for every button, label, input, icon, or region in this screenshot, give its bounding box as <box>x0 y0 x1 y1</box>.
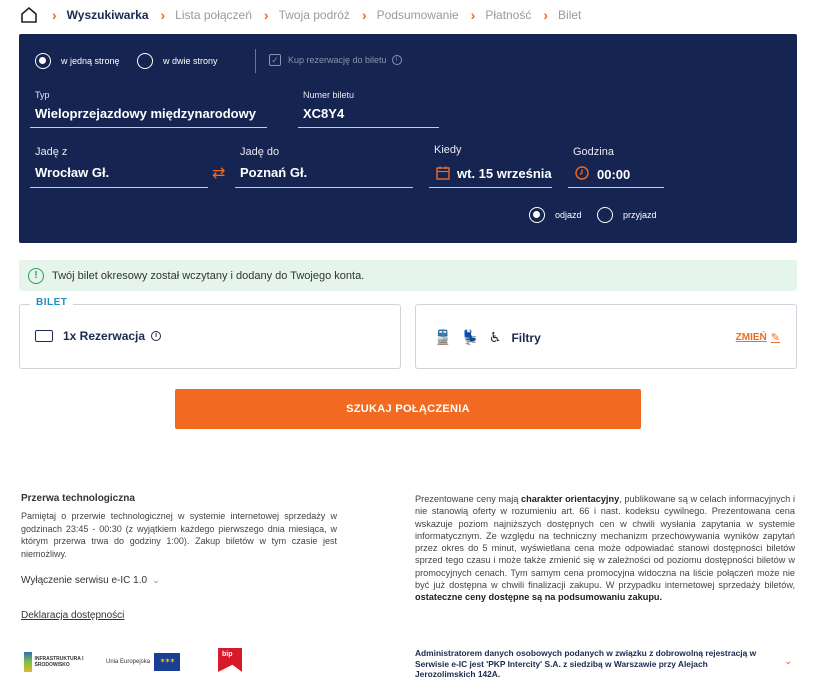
radio-dot <box>597 207 613 223</box>
time-field[interactable]: Godzina 00:00 <box>568 144 664 188</box>
eu-logo: Unia Europejska ✶✶✶ <box>106 653 181 671</box>
radio-return[interactable]: w dwie strony <box>137 53 218 69</box>
breadcrumb-step-summary: Podsumowanie <box>376 8 459 22</box>
eic-disable-label: Wyłączenie serwisu e-IC 1.0 <box>21 575 148 586</box>
ticket-box[interactable]: BILET 1x Rezerwacja i <box>19 297 401 369</box>
to-station-label: Jadę do <box>240 146 280 158</box>
radio-arrival-label: przyjazd <box>623 210 657 220</box>
to-station-field[interactable]: Jadę do Poznań Gł. <box>235 144 413 188</box>
fe-logo-icon <box>24 652 32 672</box>
from-station-field[interactable]: Jadę z Wrocław Gł. <box>30 144 208 188</box>
disclaimer-bold: ostateczne ceny dostępne są na podsumowa… <box>415 592 663 603</box>
footer-logos: INFRASTRUKTURA I ŚRODOWISKO Unia Europej… <box>24 648 243 676</box>
pencil-icon: ✎ <box>770 332 780 344</box>
radio-one-way[interactable]: w jedną stronę <box>35 53 120 69</box>
time-value: 00:00 <box>597 167 631 182</box>
radio-departure[interactable]: odjazd <box>529 207 582 223</box>
disclaimer-text: , publikowane są w celach informacyjnych… <box>415 494 795 591</box>
infrastructure-logo: INFRASTRUKTURA I ŚRODOWISKO <box>24 651 88 673</box>
clock-icon <box>575 166 589 180</box>
home-icon[interactable] <box>20 6 38 24</box>
ticket-number-value: XC8Y4 <box>303 106 345 121</box>
exclamation-circle-icon: ! <box>28 267 44 284</box>
to-station-value: Poznań Gł. <box>240 165 308 180</box>
ticket-number-field[interactable]: Numer biletu XC8Y4 <box>298 88 439 128</box>
chevron-right-icon: › <box>160 7 166 23</box>
eu-flag-icon: ✶✶✶ <box>154 653 181 671</box>
search-panel: w jedną stronę w dwie strony ✓ Kup rezer… <box>19 34 797 243</box>
bip-logo[interactable]: bip <box>218 648 243 676</box>
calendar-icon <box>436 166 450 180</box>
divider <box>255 49 256 73</box>
search-connections-button[interactable]: SZUKAJ POŁĄCZENIA <box>175 389 641 429</box>
accessibility-link[interactable]: Deklaracja dostępności <box>21 610 124 621</box>
infrastructure-logo-text: INFRASTRUKTURA I ŚRODOWISKO <box>34 656 84 668</box>
filters-label: Filtry <box>511 330 541 345</box>
ticket-type-label: Typ <box>35 90 50 100</box>
radio-dot <box>529 207 545 223</box>
seat-icon: 💺 <box>461 329 479 345</box>
checkbox-icon: ✓ <box>269 54 281 66</box>
breadcrumb-step-payment: Płatność <box>485 8 532 22</box>
from-station-value: Wrocław Gł. <box>35 165 110 180</box>
filters-box[interactable]: 🚆 💺 ♿ Filtry ZMIEŃ ✎ <box>415 304 797 369</box>
maintenance-text: Pamiętaj o przerwie technologicznej w sy… <box>21 511 337 559</box>
train-icon: 🚆 <box>434 329 452 345</box>
chevron-right-icon: › <box>470 7 476 23</box>
date-label: Kiedy <box>434 144 462 156</box>
success-alert: ! Twój bilet okresowy został wczytany i … <box>19 260 797 291</box>
from-station-label: Jadę z <box>35 146 68 158</box>
filters-row: 🚆 💺 ♿ Filtry <box>434 329 541 346</box>
radio-dot <box>137 53 153 69</box>
breadcrumb: › Wyszukiwarka › Lista połączeń › Twoja … <box>20 5 593 25</box>
breadcrumb-step-journey: Twoja podróż <box>278 8 350 22</box>
breadcrumb-step-ticket: Bilet <box>558 8 582 22</box>
ticket-number-label: Numer biletu <box>303 90 355 100</box>
maintenance-title: Przerwa technologiczna <box>21 493 135 504</box>
edit-filters-label: ZMIEŃ <box>735 332 767 343</box>
disclaimer-bold: charakter orientacyjny <box>521 494 620 504</box>
admin-note[interactable]: Administratorem danych osobowych podanyc… <box>415 648 767 680</box>
date-value: wt. 15 września <box>457 166 552 181</box>
reserve-checkbox[interactable]: ✓ Kup rezerwację do biletu i <box>269 54 402 66</box>
info-icon[interactable]: i <box>391 55 402 65</box>
info-icon[interactable]: i <box>151 331 162 341</box>
radio-arrival[interactable]: przyjazd <box>597 207 657 223</box>
eic-disable-toggle[interactable]: Wyłączenie serwisu e-IC 1.0 ⌄ <box>21 575 160 586</box>
radio-departure-label: odjazd <box>555 210 582 220</box>
breadcrumb-step-search[interactable]: Wyszukiwarka <box>67 8 149 22</box>
reservation-row: 1x Rezerwacja i <box>35 329 162 343</box>
edit-filters-link[interactable]: ZMIEŃ ✎ <box>736 331 780 344</box>
bip-logo-text: bip <box>222 651 233 658</box>
radio-one-way-label: w jedną stronę <box>61 56 120 66</box>
chevron-right-icon: › <box>52 7 57 23</box>
ticket-box-legend: BILET <box>30 297 74 308</box>
chevron-down-icon: ⌄ <box>152 575 160 585</box>
radio-return-label: w dwie strony <box>163 56 218 66</box>
chevron-right-icon: › <box>543 7 549 23</box>
chevron-right-icon: › <box>263 7 269 23</box>
time-label: Godzina <box>573 146 614 158</box>
alert-text: Twój bilet okresowy został wczytany i do… <box>52 269 365 282</box>
reservation-label: 1x Rezerwacja <box>63 329 146 343</box>
prices-disclaimer: Prezentowane ceny mają charakter orienta… <box>415 493 795 604</box>
swap-stations-icon[interactable]: ⇄ <box>212 166 230 182</box>
wheelchair-icon: ♿ <box>488 329 502 345</box>
ticket-type-value: Wieloprzejazdowy międzynarodowy <box>35 106 256 121</box>
radio-dot <box>35 53 51 69</box>
date-field[interactable]: Kiedy wt. 15 września <box>429 142 552 188</box>
disclaimer-text: Prezentowane ceny mają <box>415 494 519 504</box>
breadcrumb-step-connections: Lista połączeń <box>175 8 252 22</box>
reserve-checkbox-label: Kup rezerwację do biletu <box>288 55 387 65</box>
eu-logo-text: Unia Europejska <box>106 658 151 665</box>
ticket-type-field[interactable]: Typ Wieloprzejazdowy międzynarodowy <box>30 88 267 128</box>
chevron-right-icon: › <box>361 7 367 23</box>
chevron-down-icon[interactable]: ⌄ <box>784 656 792 667</box>
ticket-icon <box>35 330 53 342</box>
